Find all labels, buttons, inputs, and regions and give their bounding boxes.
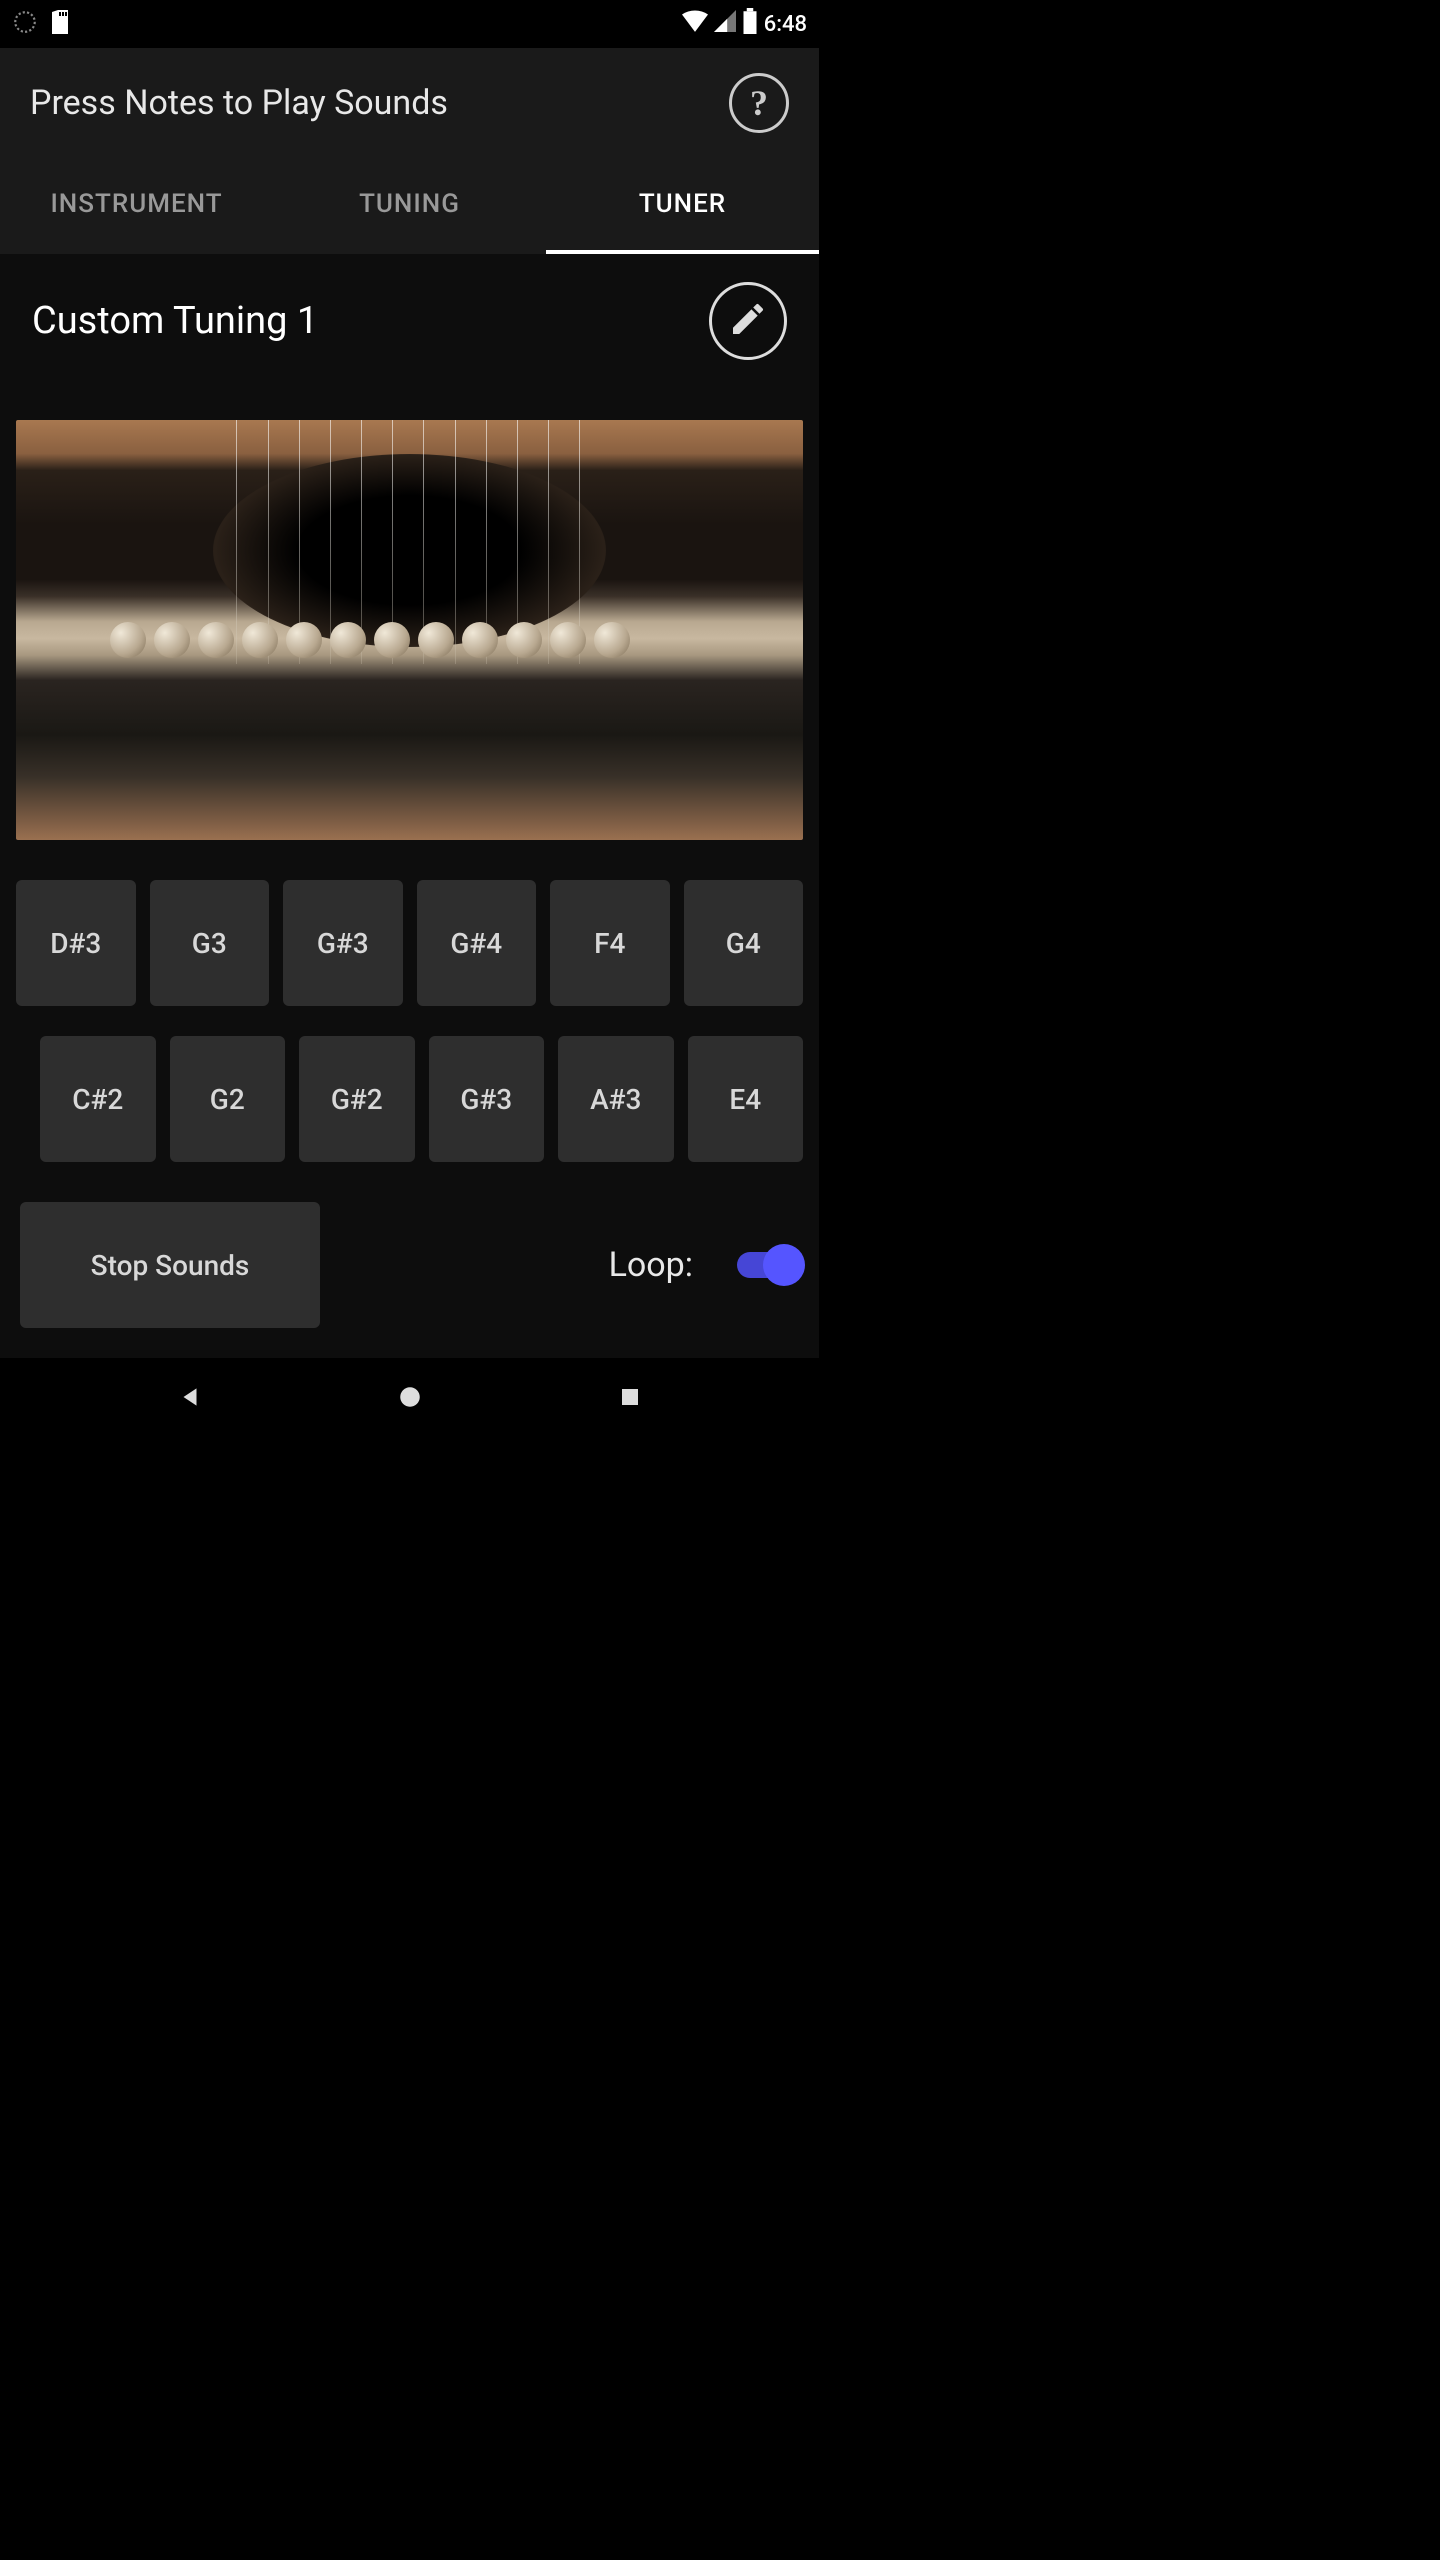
note-button[interactable]: F4: [550, 880, 670, 1006]
notes-grid: D#3 G3 G#3 G#4 F4 G4 C#2 G2 G#2 G#3 A#3 …: [16, 880, 803, 1162]
loop-label: Loop:: [609, 1245, 693, 1285]
status-bar: 6:48: [0, 0, 819, 48]
bottom-controls: Stop Sounds Loop:: [16, 1202, 803, 1328]
sd-card-icon: [48, 8, 72, 40]
recent-apps-icon[interactable]: [618, 1385, 642, 1413]
tabs: INSTRUMENT TUNING TUNER: [0, 158, 819, 254]
app-header: Press Notes to Play Sounds ?: [0, 48, 819, 158]
app-area: Press Notes to Play Sounds ? INSTRUMENT …: [0, 48, 819, 1358]
note-button[interactable]: G#4: [417, 880, 537, 1006]
status-left: [12, 8, 72, 40]
help-icon: ?: [750, 82, 768, 124]
note-button[interactable]: G2: [170, 1036, 286, 1162]
notes-row-2: C#2 G2 G#2 G#3 A#3 E4: [16, 1036, 803, 1162]
pencil-icon: [728, 299, 768, 343]
battery-icon: [742, 8, 758, 40]
status-right: 6:48: [682, 8, 807, 40]
note-button[interactable]: G#3: [283, 880, 403, 1006]
loop-control: Loop:: [609, 1245, 799, 1285]
tuner-content: Custom Tuning 1: [0, 254, 819, 1358]
tab-instrument[interactable]: INSTRUMENT: [0, 158, 273, 254]
clock-text: 6:48: [764, 12, 807, 37]
help-button[interactable]: ?: [729, 73, 789, 133]
notes-row-1: D#3 G3 G#3 G#4 F4 G4: [16, 880, 803, 1006]
note-button[interactable]: G#2: [299, 1036, 415, 1162]
note-button[interactable]: E4: [688, 1036, 804, 1162]
header-title: Press Notes to Play Sounds: [30, 83, 448, 123]
note-button[interactable]: D#3: [16, 880, 136, 1006]
note-button[interactable]: G3: [150, 880, 270, 1006]
wifi-icon: [682, 10, 708, 38]
note-button[interactable]: G#3: [429, 1036, 545, 1162]
note-button[interactable]: A#3: [558, 1036, 674, 1162]
back-icon[interactable]: [177, 1384, 203, 1414]
note-button[interactable]: C#2: [40, 1036, 156, 1162]
tab-tuning[interactable]: TUNING: [273, 158, 546, 254]
toggle-knob: [763, 1244, 805, 1286]
note-button[interactable]: G4: [684, 880, 804, 1006]
android-nav-bar: [0, 1358, 819, 1440]
tuning-header: Custom Tuning 1: [16, 270, 803, 380]
tab-tuner[interactable]: TUNER: [546, 158, 819, 254]
loop-toggle[interactable]: [737, 1252, 799, 1278]
instrument-image: [16, 420, 803, 840]
edit-tuning-button[interactable]: [709, 282, 787, 360]
stop-sounds-button[interactable]: Stop Sounds: [20, 1202, 320, 1328]
cell-signal-icon: [714, 10, 736, 38]
spinner-icon: [12, 9, 38, 39]
home-icon[interactable]: [397, 1384, 423, 1414]
tuning-name: Custom Tuning 1: [32, 299, 318, 343]
